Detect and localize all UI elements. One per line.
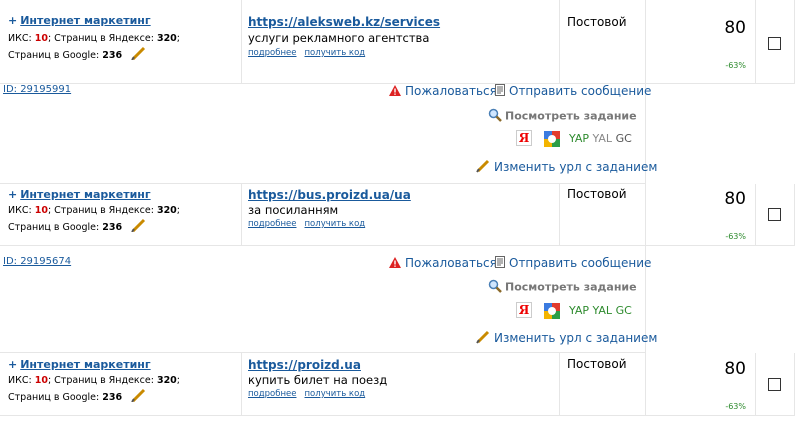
select-cell <box>756 0 795 83</box>
discount-badge: -63% <box>725 232 746 241</box>
google-icon[interactable] <box>543 131 560 147</box>
get-code-link[interactable]: получить код <box>305 48 366 58</box>
site-stats: ИКС: 10; Страниц в Яндексе: 320; Страниц… <box>8 373 180 407</box>
yap-status: YAP <box>569 304 590 317</box>
link-cell: https://aleksweb.kz/services услуги рекл… <box>242 0 560 83</box>
more-link[interactable]: подробнее <box>248 219 297 229</box>
warning-icon <box>389 256 401 271</box>
placement-type: Постовой <box>567 357 627 371</box>
change-url-link[interactable]: Изменить урл с заданием <box>476 330 657 347</box>
table-row: + Интернет маркетинг ИКС: 10; Страниц в Я… <box>0 184 795 246</box>
site-stats: ИКС: 10; Страниц в Яндексе: 320; Страниц… <box>8 31 180 65</box>
site-cell: + Интернет маркетинг ИКС: 10; Страниц в Я… <box>0 0 242 83</box>
task-actions-row: ID: 29195674 Пожаловаться Отправить сооб… <box>0 246 657 353</box>
table-row: + Интернет маркетинг ИКС: 10; Страниц в Я… <box>0 353 795 416</box>
send-message-link[interactable]: Отправить сообщение <box>495 256 651 271</box>
site-stats: ИКС: 10; Страниц в Яндексе: 320; Страниц… <box>8 203 180 237</box>
category-link[interactable]: + Интернет маркетинг <box>8 358 151 371</box>
change-url-link[interactable]: Изменить урл с заданием <box>476 159 657 176</box>
type-cell: Постовой <box>560 0 646 83</box>
get-code-link[interactable]: получить код <box>305 219 366 229</box>
price-cell: 80 -63% <box>646 353 756 415</box>
gc-status: GC <box>615 304 632 317</box>
site-url-link[interactable]: https://bus.proizd.ua/ua <box>248 188 411 202</box>
category-link[interactable]: + Интернет маркетинг <box>8 14 151 27</box>
site-url-link[interactable]: https://aleksweb.kz/services <box>248 15 440 29</box>
table-row: + Интернет маркетинг ИКС: 10; Страниц в Я… <box>0 0 795 84</box>
site-cell: + Интернет маркетинг ИКС: 10; Страниц в Я… <box>0 353 242 415</box>
price-value: 80 <box>724 359 746 379</box>
view-task-link[interactable]: Посмотреть задание <box>488 108 637 125</box>
pencil-icon[interactable] <box>131 388 147 407</box>
view-task-link[interactable]: Посмотреть задание <box>488 279 637 296</box>
get-code-link[interactable]: получить код <box>305 389 366 399</box>
yandex-icon[interactable]: Я <box>516 130 532 146</box>
pencil-icon[interactable] <box>131 46 147 65</box>
document-icon <box>495 84 505 99</box>
discount-badge: -63% <box>725 61 746 70</box>
pencil-icon <box>476 330 490 347</box>
type-cell: Постовой <box>560 353 646 415</box>
task-id-link[interactable]: ID: 29195991 <box>3 84 71 95</box>
select-cell <box>756 353 795 415</box>
site-cell: + Интернет маркетинг ИКС: 10; Страниц в Я… <box>0 184 242 245</box>
yal-status: YAL <box>592 132 613 145</box>
complain-link[interactable]: Пожаловаться <box>389 256 497 271</box>
row-checkbox[interactable] <box>768 37 781 50</box>
search-engine-checks: Я YAP YAL GC <box>516 302 632 319</box>
link-actions: подробнее получить код <box>248 48 373 58</box>
row-checkbox[interactable] <box>768 208 781 221</box>
price-value: 80 <box>724 189 746 209</box>
link-cell: https://proizd.ua купить билет на поезд … <box>242 353 560 415</box>
link-description: за посиланням <box>248 203 339 217</box>
magnifier-icon <box>488 108 502 125</box>
link-cell: https://bus.proizd.ua/ua за посиланням п… <box>242 184 560 245</box>
row-checkbox[interactable] <box>768 378 781 391</box>
search-engine-checks: Я YAP YAL GC <box>516 130 632 147</box>
more-link[interactable]: подробнее <box>248 48 297 58</box>
site-url-link[interactable]: https://proizd.ua <box>248 358 361 372</box>
pencil-icon[interactable] <box>131 218 147 237</box>
warning-icon <box>389 84 401 99</box>
complain-link[interactable]: Пожаловаться <box>389 84 497 99</box>
category-link[interactable]: + Интернет маркетинг <box>8 188 151 201</box>
task-id-link[interactable]: ID: 29195674 <box>3 256 71 267</box>
magnifier-icon <box>488 279 502 296</box>
link-actions: подробнее получить код <box>248 389 373 399</box>
pencil-icon <box>476 159 490 176</box>
link-actions: подробнее получить код <box>248 219 373 229</box>
gc-status: GC <box>615 132 632 145</box>
document-icon <box>495 256 505 271</box>
placement-type: Постовой <box>567 15 627 29</box>
price-value: 80 <box>724 18 746 38</box>
select-cell <box>756 184 795 245</box>
placement-type: Постовой <box>567 187 627 201</box>
yap-status: YAP <box>569 132 590 145</box>
type-cell: Постовой <box>560 184 646 245</box>
yal-status: YAL <box>592 304 613 317</box>
task-actions-row: ID: 29195991 Пожаловаться Отправить сооб… <box>0 84 657 184</box>
link-description: услуги рекламного агентства <box>248 31 430 45</box>
price-cell: 80 -63% <box>646 184 756 245</box>
send-message-link[interactable]: Отправить сообщение <box>495 84 651 99</box>
google-icon[interactable] <box>543 303 560 319</box>
link-description: купить билет на поезд <box>248 373 388 387</box>
price-cell: 80 -63% <box>646 0 756 83</box>
yandex-icon[interactable]: Я <box>516 302 532 318</box>
discount-badge: -63% <box>725 402 746 411</box>
more-link[interactable]: подробнее <box>248 389 297 399</box>
